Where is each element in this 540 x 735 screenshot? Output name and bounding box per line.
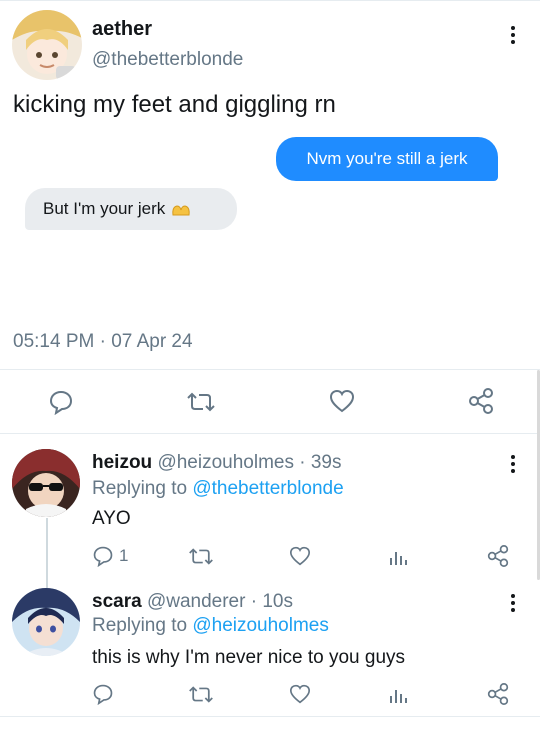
analytics-icon[interactable] (388, 546, 408, 566)
received-message-bubble: But I'm your jerk (25, 188, 237, 230)
sent-message-bubble: Nvm you're still a jerk (276, 137, 498, 181)
aether-avatar[interactable] (12, 10, 82, 80)
share-icon[interactable] (487, 545, 509, 567)
divider-actions-bottom (0, 433, 540, 434)
reply-1-text: AYO (92, 508, 131, 529)
reply-2-handle-time[interactable]: @wanderer · 10s (147, 591, 293, 612)
retweet-icon[interactable] (188, 684, 214, 705)
heizou-avatar[interactable] (12, 449, 80, 517)
more-vertical-icon[interactable] (510, 455, 516, 476)
more-vertical-icon[interactable] (510, 594, 516, 615)
reply-2-mention-link[interactable]: @heizouholmes (192, 615, 329, 636)
reply-icon[interactable] (92, 545, 114, 567)
scara-avatar[interactable] (12, 588, 80, 656)
timestamp: 05:14 PM · 07 Apr 24 (13, 331, 193, 352)
share-icon[interactable] (468, 388, 494, 414)
main-display-name[interactable]: aether (92, 18, 152, 41)
analytics-icon[interactable] (388, 684, 408, 704)
reply-icon[interactable] (92, 683, 114, 705)
reply-2-header: scara @wanderer · 10s (92, 591, 293, 613)
divider-actions-top (0, 369, 540, 370)
reply-1-header: heizou @heizouholmes · 39s (92, 452, 342, 474)
like-icon[interactable] (289, 546, 311, 566)
reply-2-replying-to: Replying to @heizouholmes (92, 615, 329, 637)
received-message-text: But I'm your jerk (43, 199, 166, 218)
reply-2-text: this is why I'm never nice to you guys (92, 647, 406, 668)
reply-icon[interactable] (48, 389, 74, 415)
divider-bottom (0, 716, 540, 717)
retweet-icon[interactable] (188, 546, 214, 567)
sent-message-text: Nvm you're still a jerk (306, 149, 468, 168)
main-handle[interactable]: @thebetterblonde (92, 49, 243, 71)
reply-1-mention-link[interactable]: @thebetterblonde (192, 478, 343, 499)
thread-line (46, 518, 48, 588)
reply-1-replying-prefix: Replying to (92, 478, 188, 499)
tweet-text: kicking my feet and giggling rn (13, 91, 336, 118)
share-icon[interactable] (487, 683, 509, 705)
reply-1-reply-action[interactable]: 1 (92, 545, 128, 567)
like-icon[interactable] (329, 389, 355, 413)
like-icon[interactable] (289, 684, 311, 704)
heart-hands-emoji (171, 202, 191, 216)
reply-1-reply-count: 1 (119, 546, 129, 565)
top-divider (0, 0, 540, 1)
reply-1-handle-time[interactable]: @heizouholmes · 39s (157, 452, 341, 473)
more-vertical-icon[interactable] (510, 26, 516, 47)
retweet-icon[interactable] (186, 390, 216, 414)
reply-1-replying-to: Replying to @thebetterblonde (92, 478, 344, 500)
reply-1-display-name[interactable]: heizou (92, 452, 152, 473)
reply-2-display-name[interactable]: scara (92, 591, 142, 612)
reply-2-replying-prefix: Replying to (92, 615, 188, 636)
